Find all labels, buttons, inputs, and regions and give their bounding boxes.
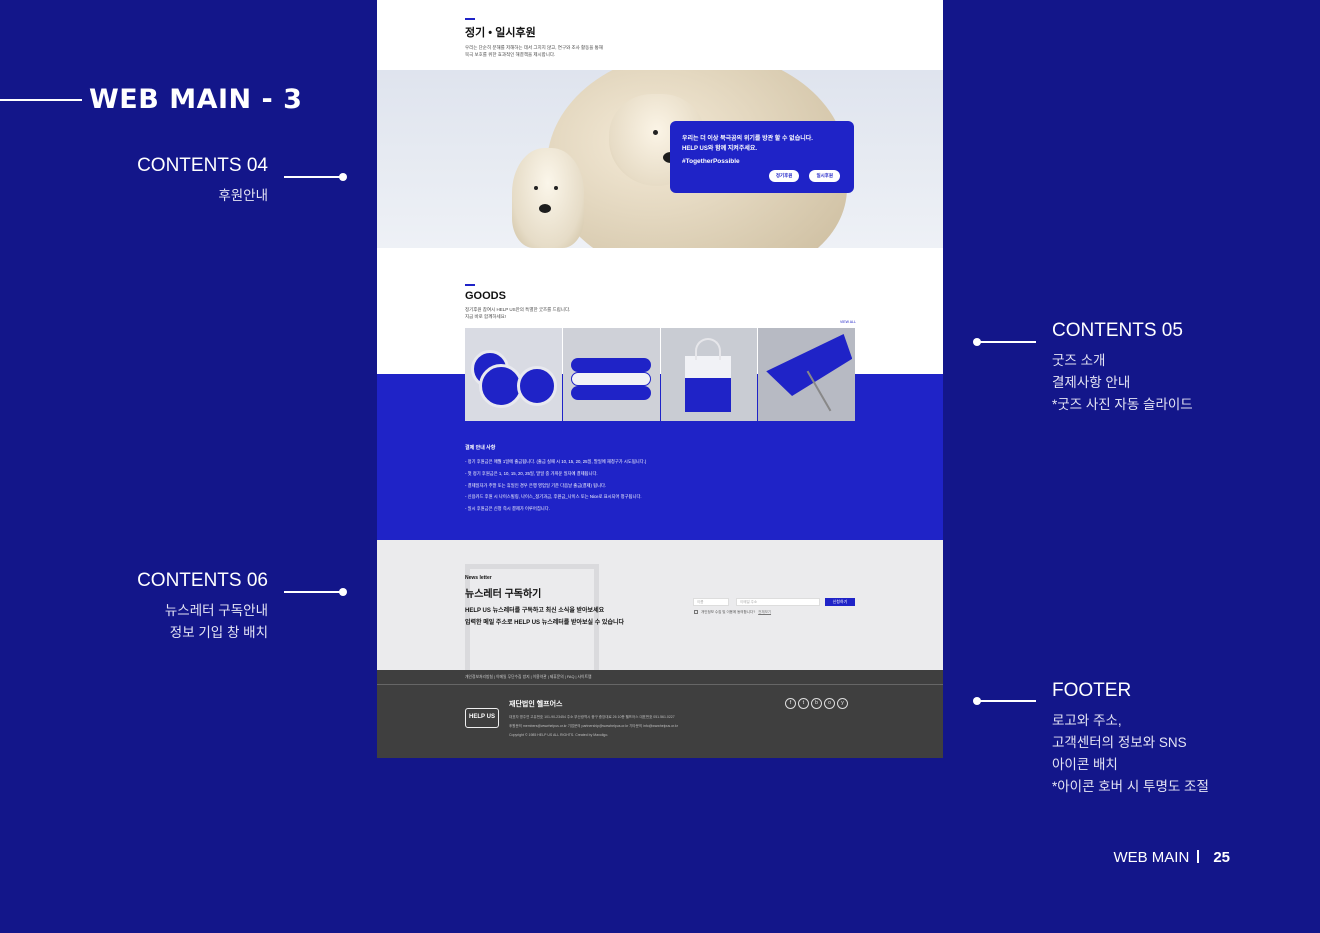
list-item: - 결제일자가 주말 또는 휴일인 경우 은행 영업일 기준 다음날 출금(결제…	[465, 482, 607, 488]
email-input[interactable]: 이메일 주소	[736, 598, 820, 606]
donation-title: 정기 • 일시후원	[465, 27, 536, 39]
newsletter-section: News letter 뉴스레터 구독하기 HELP US 뉴스레터를 구독하고…	[377, 540, 943, 670]
section-accent-bar	[465, 284, 475, 286]
section-accent-bar	[465, 18, 475, 20]
goods-section-header: GOODS 정기후원 참여시 HELP US만의 특별한 굿즈를 드립니다. 지…	[465, 284, 570, 320]
connector-line	[980, 700, 1036, 702]
page-title: WEB MAIN - 3	[89, 84, 303, 115]
view-terms-link[interactable]: 전체보기	[758, 610, 771, 614]
annotation-contents-05: CONTENTS 05 굿즈 소개 결제사항 안내 *굿즈 사진 자동 슬라이드	[1052, 320, 1193, 416]
connector-dot	[339, 588, 347, 596]
newsletter-desc: HELP US 뉴스레터를 구독하고 최신 소식을 받아보세요	[465, 608, 605, 614]
goods-slider[interactable]	[465, 328, 855, 421]
footer-divider	[377, 684, 943, 685]
name-input[interactable]: 이름	[693, 598, 729, 606]
page-number: WEB MAIN 25	[1113, 849, 1230, 866]
goods-item-badge[interactable]	[465, 328, 562, 421]
newsletter-title: 뉴스레터 구독하기	[465, 589, 542, 600]
payment-notice: 결제 안내 사항 - 정기 후원금은 매월 1일에 출금됩니다. (출금 실패 …	[465, 444, 646, 515]
list-item: - 정기 후원금은 매월 1일에 출금됩니다. (출금 실패 시 10, 15,…	[465, 459, 647, 464]
connector-line	[284, 176, 340, 178]
payment-heading: 결제 안내 사항	[465, 445, 496, 451]
newsletter-desc: 입력한 메일 주소로 HELP US 뉴스레터를 받아보실 수 있습니다	[465, 620, 625, 626]
list-item: - 첫 정기 후원금은 1, 10, 15, 20, 25일, 말일 중 가까운…	[465, 470, 598, 476]
title-rule	[0, 99, 82, 101]
cta-line: HELP US와 함께 지켜주세요.	[682, 146, 758, 152]
help-us-logo: HELP US	[465, 708, 499, 728]
annotation-footer: FOOTER 로고와 주소, 고객센터의 정보와 SNS 아이콘 배치 *아이콘…	[1052, 680, 1209, 798]
goods-desc: 정기후원 참여시 HELP US만의 특별한 굿즈를 드립니다. 지금 바로 함…	[465, 307, 571, 319]
connector-line	[284, 591, 340, 593]
facebook-icon[interactable]: f	[785, 698, 796, 709]
annotation-desc: 뉴스레터 구독안내 정보 기입 창 배치	[164, 603, 268, 640]
cta-line: 우리는 더 이상 북극곰의 위기를 방관 할 수 없습니다.	[682, 136, 813, 142]
list-item: - 신용카드 후원 시 나이스빌링, 나이스_정기과금, 후원금_나이스 또는 …	[465, 494, 642, 500]
list-item: - 일시 후원금은 신청 즉시 결제가 이루어집니다.	[465, 506, 550, 512]
site-footer: 개인정보처리방침 | 이메일 무단수집 방지 | 이용약관 | 제휴문의 | F…	[377, 670, 943, 758]
goods-item-wristband[interactable]	[562, 328, 660, 421]
newsletter-kicker: News letter	[465, 575, 492, 581]
annotation-heading: CONTENTS 05	[1052, 320, 1183, 341]
instagram-icon[interactable]: o	[824, 698, 835, 709]
annotation-desc: 후원안내	[218, 188, 268, 203]
connector-line	[980, 341, 1036, 343]
annotation-heading: FOOTER	[1052, 680, 1132, 701]
youtube-icon[interactable]: y	[837, 698, 848, 709]
donation-section-header: 정기 • 일시후원 우리는 단순히 분해를 저해하는 데서 그치지 않고, 연구…	[465, 18, 645, 58]
polar-bear-cub-image	[512, 148, 584, 248]
blog-icon[interactable]: b	[811, 698, 822, 709]
view-all-link[interactable]: VIEW ALL	[840, 320, 856, 324]
annotation-heading: CONTENTS 04	[137, 155, 268, 176]
goods-item-umbrella[interactable]	[758, 328, 855, 421]
hero-banner	[377, 70, 943, 248]
annotation-desc: 굿즈 소개 결제사항 안내 *굿즈 사진 자동 슬라이드	[1052, 353, 1193, 412]
org-name: 재단법인 헬프어스	[509, 701, 563, 708]
goods-title: GOODS	[465, 290, 506, 302]
regular-donation-button[interactable]: 정기후원	[768, 170, 800, 182]
privacy-agree[interactable]: 개인정보 수집 및 이용에 동의합니다? 전체보기	[694, 610, 771, 615]
one-time-donation-button[interactable]: 일시후원	[809, 170, 840, 182]
twitter-icon[interactable]: t	[798, 698, 809, 709]
donation-desc: 우리는 단순히 분해를 저해하는 데서 그치지 않고, 연구와 조사 활동을 통…	[465, 45, 603, 57]
agree-checkbox[interactable]	[694, 610, 698, 614]
goods-item-tote-bag[interactable]	[660, 328, 758, 421]
connector-dot	[339, 173, 347, 181]
subscribe-button[interactable]: 신청하기	[825, 598, 855, 606]
donation-cta-card: 우리는 더 이상 북극곰의 위기를 방관 할 수 없습니다. HELP US와 …	[670, 121, 854, 193]
website-mockup: 정기 • 일시후원 우리는 단순히 분해를 저해하는 데서 그치지 않고, 연구…	[377, 0, 943, 758]
footer-info: 대표자 명주연 고유번호 101-90-23454 주소 부산광역시 중구 중앙…	[509, 715, 678, 737]
sns-icons: f t b o y	[785, 698, 848, 709]
annotation-contents-06: CONTENTS 06 뉴스레터 구독안내 정보 기입 창 배치	[137, 570, 268, 644]
footer-links[interactable]: 개인정보처리방침 | 이메일 무단수집 방지 | 이용약관 | 제휴문의 | F…	[465, 675, 592, 680]
annotation-contents-04: CONTENTS 04 후원안내	[137, 155, 268, 207]
annotation-desc: 로고와 주소, 고객센터의 정보와 SNS 아이콘 배치 *아이콘 호버 시 투…	[1052, 713, 1209, 794]
annotation-heading: CONTENTS 06	[137, 570, 268, 591]
cta-hashtag: #TogetherPossible	[682, 158, 740, 165]
